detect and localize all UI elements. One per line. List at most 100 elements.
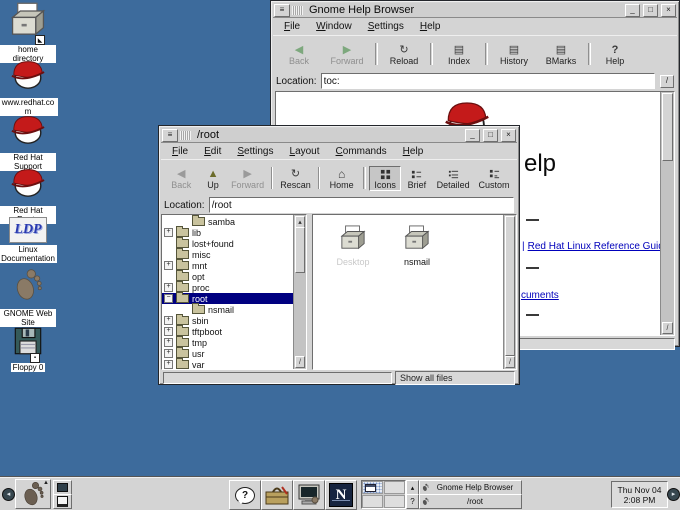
forward-button[interactable]: ▶Forward — [228, 166, 268, 191]
documents-link-fragment[interactable]: cuments — [521, 290, 559, 301]
toolbar-separator — [363, 167, 366, 189]
detailed-view-button[interactable]: Detailed — [432, 166, 474, 191]
desktop-icon-red-hat-support[interactable]: Red Hat Support — [0, 110, 56, 171]
main-menu-button[interactable]: ▲ — [15, 479, 51, 509]
expand-toggle-icon[interactable]: + — [164, 349, 173, 358]
toolbar-separator — [430, 43, 433, 65]
expand-toggle-icon[interactable]: + — [164, 228, 173, 237]
brief-view-button[interactable]: Brief — [401, 166, 432, 191]
clock-applet[interactable]: Thu Nov 04 2:08 PM — [611, 481, 668, 508]
desktop-icon-red-hat-errata[interactable]: Red Hat Errata — [0, 163, 56, 224]
deskguide-pager[interactable] — [361, 480, 406, 509]
reload-button[interactable]: ↻Reload — [381, 42, 427, 67]
back-button[interactable]: ◀Back — [276, 42, 322, 67]
desktop-icon-label: GNOME Web Site — [0, 309, 56, 327]
help-button[interactable]: ?Help — [594, 42, 636, 67]
deskguide-arrow-button[interactable]: ▴ — [406, 480, 419, 495]
scrollbar-thumb[interactable] — [295, 227, 305, 273]
rescan-icon: ↻ — [291, 167, 300, 180]
gmc-window-titlebar[interactable]: ≡ /root _ □ × — [161, 128, 517, 143]
panel-hide-right-icon[interactable]: ▸ — [667, 488, 680, 501]
menu-help[interactable]: Help — [396, 145, 431, 158]
menu-commands[interactable]: Commands — [329, 145, 394, 158]
pager-desktop-4[interactable] — [384, 495, 405, 508]
tree-item-root[interactable]: −root — [162, 293, 293, 304]
close-icon[interactable]: × — [501, 129, 516, 142]
window-menu-icon[interactable]: ≡ — [274, 4, 290, 17]
desktop-icon-floppy-0[interactable]: ▪ Floppy 0 — [0, 326, 56, 372]
back-arrow-icon: ◀ — [177, 167, 185, 180]
folder-icon — [192, 217, 205, 226]
tree-item-var[interactable]: +var — [162, 359, 293, 370]
menu-settings[interactable]: Settings — [230, 145, 280, 158]
back-button[interactable]: ◀Back — [164, 166, 199, 191]
bookmarks-page-icon: ▤ — [556, 43, 566, 56]
panel-hide-left-icon[interactable]: ◂ — [2, 488, 15, 501]
netscape-launcher[interactable]: N — [325, 480, 357, 510]
menu-layout[interactable]: Layout — [283, 145, 327, 158]
maximize-icon[interactable]: □ — [643, 4, 658, 17]
minimize-icon[interactable]: _ — [465, 129, 480, 142]
menu-edit[interactable]: Edit — [197, 145, 228, 158]
pager-desktop-2[interactable] — [384, 481, 405, 494]
home-button[interactable]: ⌂Home — [323, 166, 359, 191]
drawer-icon — [338, 225, 368, 256]
file-item-nsmail[interactable]: nsmail — [389, 225, 445, 267]
task-button-help-browser[interactable]: Gnome Help Browser — [419, 480, 522, 495]
desktop-icon-www-redhat-com[interactable]: www.redhat.com — [0, 55, 56, 116]
file-item-desktop[interactable]: Desktop — [325, 225, 381, 267]
close-icon[interactable]: × — [661, 4, 676, 17]
expand-toggle-icon[interactable]: + — [164, 327, 173, 336]
custom-view-button[interactable]: Custom — [474, 166, 514, 191]
menu-help[interactable]: Help — [413, 20, 448, 33]
scrollbar-thumb[interactable] — [662, 93, 673, 161]
applet-button-top[interactable] — [53, 480, 72, 495]
help-window-titlebar[interactable]: ≡ Gnome Help Browser _ □ × — [273, 3, 677, 18]
icons-view-button[interactable]: Icons — [369, 166, 402, 191]
tree-vertical-scrollbar[interactable]: ▴ / — [293, 215, 306, 369]
history-button[interactable]: ▤History — [491, 42, 537, 67]
files-vertical-scrollbar[interactable]: / — [503, 215, 516, 369]
expand-toggle-icon[interactable]: + — [164, 338, 173, 347]
location-input[interactable] — [209, 197, 514, 213]
rescan-button[interactable]: ↻Rescan — [276, 166, 314, 191]
applet-button-bottom[interactable] — [53, 494, 72, 509]
scrollbar-resize-grip[interactable]: / — [505, 356, 515, 368]
location-input[interactable] — [321, 73, 655, 89]
window-menu-icon[interactable]: ≡ — [162, 129, 178, 142]
expand-toggle-icon[interactable]: + — [164, 283, 173, 292]
index-button[interactable]: ▤Index — [436, 42, 482, 67]
expand-toggle-icon[interactable]: + — [164, 261, 173, 270]
bmarks-button[interactable]: ▤BMarks — [537, 42, 585, 67]
help-vertical-scrollbar[interactable]: / — [660, 92, 674, 335]
tree-item-label: lib — [192, 228, 201, 238]
menu-file[interactable]: File — [277, 20, 307, 33]
scrollbar-resize-grip[interactable]: / — [295, 356, 305, 368]
forward-button[interactable]: ▶Forward — [322, 42, 372, 67]
desktop-icon-linux-documentation[interactable]: LDP Linux Documentation — [0, 217, 56, 263]
pager-desktop-1-active[interactable] — [362, 481, 383, 494]
task-button-root[interactable]: /root — [419, 494, 522, 509]
maximize-icon[interactable]: □ — [483, 129, 498, 142]
pager-desktop-3[interactable] — [362, 495, 383, 508]
minimize-icon[interactable]: _ — [625, 4, 640, 17]
menu-file[interactable]: File — [165, 145, 195, 158]
collapse-toggle-icon[interactable]: − — [164, 294, 173, 303]
terminal-launcher[interactable] — [293, 480, 325, 510]
file-icon-view[interactable]: Desktop nsmail / — [312, 214, 517, 370]
up-button[interactable]: ▲Up — [199, 166, 228, 191]
menu-window[interactable]: Window — [309, 20, 359, 33]
menu-settings[interactable]: Settings — [361, 20, 411, 33]
desktop-icon-home-directory[interactable]: ◣ home directory — [0, 2, 56, 63]
deskguide-question-button[interactable]: ? — [406, 494, 419, 509]
help-launcher[interactable]: ? — [229, 480, 261, 510]
expand-toggle-icon[interactable]: + — [164, 360, 173, 369]
directory-tree-panel: samba+liblost+foundmisc+mntopt+proc−root… — [161, 214, 307, 370]
expand-toggle-icon[interactable]: + — [164, 316, 173, 325]
configuration-launcher[interactable] — [261, 480, 293, 510]
scrollbar-thumb[interactable] — [505, 216, 515, 356]
reference-guide-link[interactable]: Red Hat Linux Reference Guide — [528, 241, 670, 252]
scrollbar-resize-grip[interactable]: / — [662, 322, 673, 334]
desktop-icon-gnome-web-site[interactable]: GNOME Web Site — [0, 268, 56, 327]
location-dropdown-icon[interactable]: / — [660, 75, 674, 88]
